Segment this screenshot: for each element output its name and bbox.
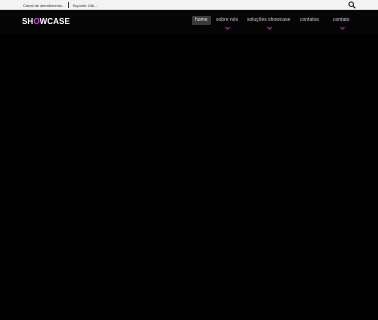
nav-item-sobre-nos[interactable]: sobre nós bbox=[213, 16, 241, 25]
chevron-down-icon[interactable] bbox=[225, 26, 230, 30]
search-icon[interactable] bbox=[348, 1, 356, 9]
nav-item-contatos[interactable]: contatos bbox=[297, 16, 322, 25]
nav-item-solucoes-showcase[interactable]: soluções showcase bbox=[244, 16, 293, 25]
utility-link-atendimento[interactable]: Canal de atendimento... bbox=[23, 3, 65, 8]
utility-link-suporte[interactable]: Suporte 24h... bbox=[72, 3, 97, 8]
nav-item-contato[interactable]: contato bbox=[330, 16, 352, 25]
utility-divider bbox=[68, 2, 70, 8]
chevron-down-icon[interactable] bbox=[340, 26, 345, 30]
nav-item-home[interactable]: home bbox=[192, 16, 211, 25]
hero-area bbox=[0, 34, 378, 320]
utility-links: Canal de atendimento... Suporte 24h... bbox=[23, 1, 98, 9]
top-utility-bar: Canal de atendimento... Suporte 24h... bbox=[0, 0, 378, 10]
main-navigation: home sobre nós soluções showcase contato… bbox=[0, 16, 378, 32]
chevron-down-icon[interactable] bbox=[267, 26, 272, 30]
